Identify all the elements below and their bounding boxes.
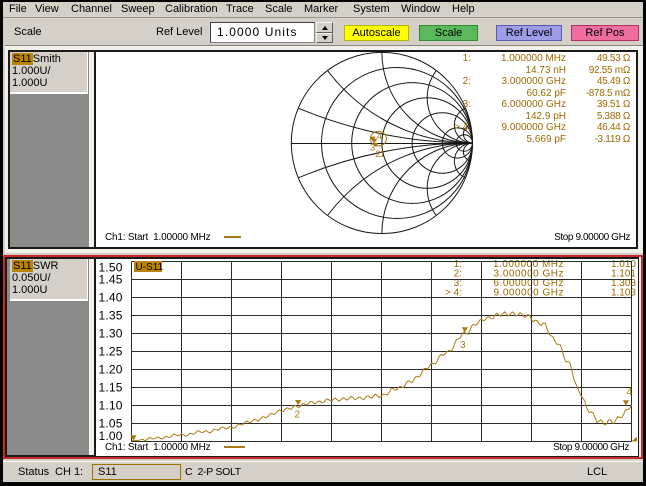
svg-text:1: 1 xyxy=(380,149,385,160)
svg-text:1.00: 1.00 xyxy=(99,429,123,443)
svg-text:1.45: 1.45 xyxy=(99,273,123,287)
svg-text:2: 2 xyxy=(295,410,301,421)
svg-text:1.35: 1.35 xyxy=(99,309,123,323)
svg-text:4: 4 xyxy=(377,131,382,142)
svg-text:1.10: 1.10 xyxy=(99,399,123,413)
svg-text:3: 3 xyxy=(460,340,466,351)
svg-text:1.15: 1.15 xyxy=(99,381,123,395)
svg-text:4: 4 xyxy=(627,387,633,398)
svg-text:1.20: 1.20 xyxy=(99,363,123,377)
svg-text:> 4:: > 4: xyxy=(445,287,462,298)
svg-text:9.000000 GHz: 9.000000 GHz xyxy=(494,287,565,298)
svg-text:1.103: 1.103 xyxy=(611,287,636,298)
svg-text:1.40: 1.40 xyxy=(99,291,123,305)
svg-text:U-S11: U-S11 xyxy=(136,262,164,273)
svg-text:1.25: 1.25 xyxy=(99,345,123,359)
svg-text:1.30: 1.30 xyxy=(99,327,123,341)
